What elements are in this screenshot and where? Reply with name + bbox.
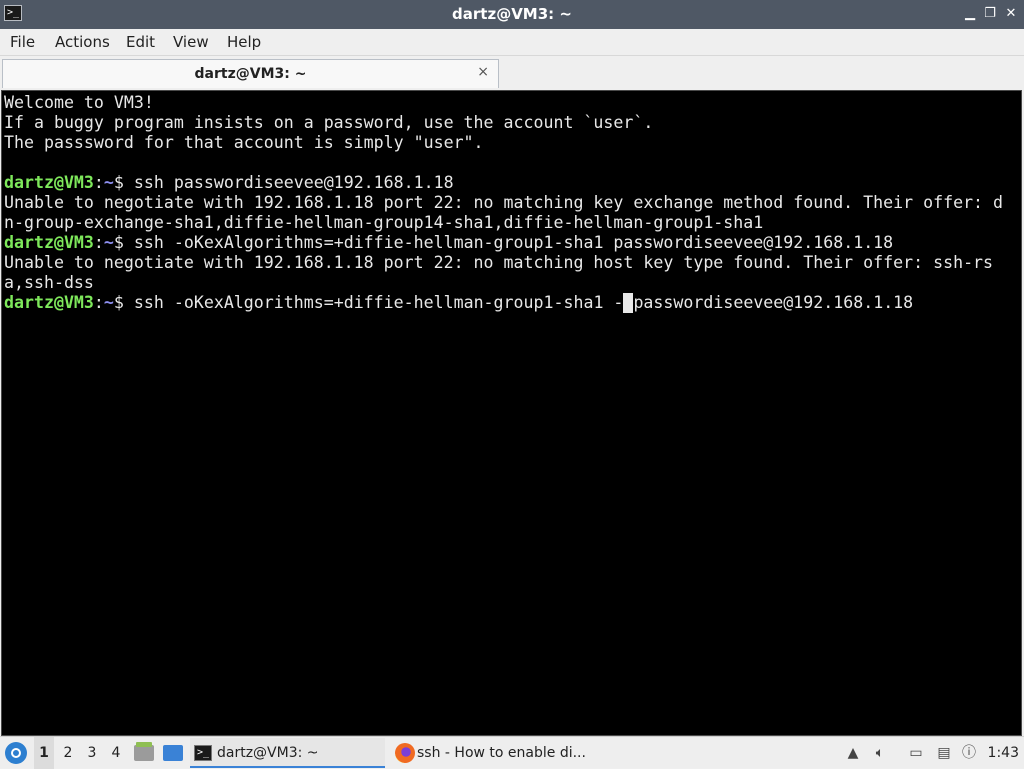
terminal-line: The passsword for that account is simply… (4, 133, 484, 153)
line-text: Unable to negotiate with 192.168.1.18 po… (4, 253, 994, 272)
file-manager-icon[interactable] (134, 742, 154, 761)
terminal-output[interactable]: Welcome to VM3! If a buggy program insis… (1, 90, 1022, 736)
prompt-colon: : (93, 173, 104, 192)
terminal-line: If a buggy program insists on a password… (4, 113, 653, 133)
prompt-path: ~ (103, 293, 114, 312)
terminal-prompt-line: dartz@VM3:~$ ssh passwordiseevee@192.168… (4, 173, 454, 193)
prompt-path: ~ (103, 233, 114, 252)
line-text: Unable to negotiate with 192.168.1.18 po… (4, 193, 1004, 212)
terminal-icon: >_ (194, 745, 212, 761)
start-menu-icon[interactable] (5, 742, 27, 764)
update-icon[interactable]: ⓘ (960, 744, 978, 762)
prompt-colon: : (93, 233, 104, 252)
close-window-icon[interactable]: ✕ (1002, 5, 1020, 23)
prompt-user: dartz@VM3 (4, 173, 94, 192)
workspace-3[interactable]: 3 (82, 737, 102, 769)
workspace-1[interactable]: 1 (34, 737, 54, 769)
task-label: dartz@VM3: ~ (217, 745, 319, 761)
minimize-icon[interactable]: ▁ (961, 5, 979, 23)
command-text: $ ssh -oKexAlgorithms=+diffie-hellman-gr… (113, 233, 894, 252)
menu-file[interactable]: File (10, 29, 35, 56)
command-text: $ ssh passwordiseevee@192.168.1.18 (113, 173, 454, 192)
line-text: Welcome to VM3! (4, 93, 154, 112)
terminal-line: Unable to negotiate with 192.168.1.18 po… (4, 193, 1003, 213)
line-text: If a buggy program insists on a password… (4, 113, 654, 132)
firefox-icon (395, 743, 415, 763)
terminal-line: a,ssh-dss (4, 273, 94, 293)
terminal-prompt-line: dartz@VM3:~$ ssh -oKexAlgorithms=+diffie… (4, 233, 893, 253)
menu-bar: File Actions Edit View Help (0, 29, 1024, 56)
tab-terminal[interactable]: dartz@VM3: ~ × (2, 59, 499, 88)
command-text-after-cursor: passwordiseevee@192.168.1.18 (633, 293, 914, 312)
prompt-colon: : (93, 293, 104, 312)
tab-bar: dartz@VM3: ~ × (0, 56, 1024, 90)
menu-help[interactable]: Help (227, 29, 261, 56)
terminal-line: Welcome to VM3! (4, 93, 154, 113)
notification-icon[interactable]: ▲ (844, 744, 862, 762)
window-titlebar[interactable]: >_ dartz@VM3: ~ ▁ ❐ ✕ (0, 0, 1024, 29)
tab-close-icon[interactable]: × (477, 64, 489, 80)
prompt-user: dartz@VM3 (4, 293, 94, 312)
show-desktop-icon[interactable] (163, 745, 183, 761)
command-text: $ ssh -oKexAlgorithms=+diffie-hellman-gr… (113, 293, 624, 312)
workspace-2[interactable]: 2 (58, 737, 78, 769)
restore-icon[interactable]: ❐ (981, 5, 999, 23)
prompt-user: dartz@VM3 (4, 233, 94, 252)
task-terminal[interactable]: >_ dartz@VM3: ~ (190, 738, 385, 768)
line-text: n-group-exchange-sha1,diffie-hellman-gro… (4, 213, 764, 232)
terminal-line: n-group-exchange-sha1,diffie-hellman-gro… (4, 213, 763, 233)
workspace-4[interactable]: 4 (106, 737, 126, 769)
task-label: ssh - How to enable di... (417, 745, 586, 761)
line-text: The passsword for that account is simply… (4, 133, 484, 152)
tab-label: dartz@VM3: ~ (194, 66, 307, 82)
menu-view[interactable]: View (173, 29, 209, 56)
taskbar: 1 2 3 4 >_ dartz@VM3: ~ ssh - How to ena… (0, 736, 1024, 769)
terminal-prompt-line: dartz@VM3:~$ ssh -oKexAlgorithms=+diffie… (4, 293, 913, 313)
line-text: a,ssh-dss (4, 273, 94, 292)
menu-edit[interactable]: Edit (126, 29, 155, 56)
network-icon[interactable]: ▭ (907, 744, 925, 762)
prompt-path: ~ (103, 173, 114, 192)
window-title: dartz@VM3: ~ (452, 5, 572, 23)
task-firefox[interactable]: ssh - How to enable di... (390, 738, 590, 768)
menu-actions[interactable]: Actions (55, 29, 110, 56)
text-cursor (623, 293, 634, 313)
clipboard-icon[interactable]: ▤ (935, 744, 953, 762)
clock[interactable]: 1:43 (988, 737, 1019, 769)
volume-icon[interactable]: 🔈︎ (871, 744, 889, 762)
terminal-line: Unable to negotiate with 192.168.1.18 po… (4, 253, 993, 273)
